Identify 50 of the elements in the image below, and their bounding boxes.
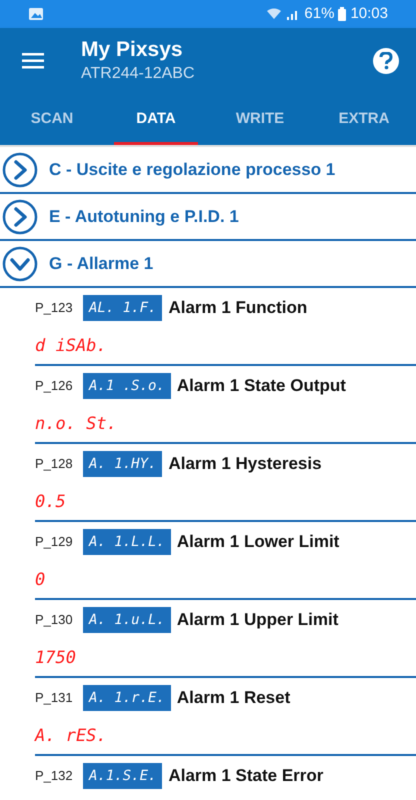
tab[interactable]: WRITE: [218, 93, 302, 145]
parameter-name: Alarm 1 Upper Limit: [176, 609, 338, 632]
parameter-value: 1750: [35, 647, 77, 670]
parameter-name: Alarm 1 Hysteresis: [168, 453, 322, 476]
chevron-right-icon: [2, 152, 38, 188]
parameter-name: Alarm 1 State Error: [168, 765, 324, 788]
group-header[interactable]: G - Allarme 1: [0, 241, 416, 288]
parameter-name: Alarm 1 Lower Limit: [176, 531, 340, 554]
parameter-id: P_128: [35, 455, 74, 474]
parameter-code: A. 1.u.L.: [83, 607, 171, 633]
tab[interactable]: SCAN: [10, 93, 94, 145]
wifi-icon: [266, 8, 282, 20]
parameter-name: Alarm 1 Function: [168, 297, 308, 320]
parameter-name: Alarm 1 Reset: [176, 687, 290, 710]
parameter-id: P_132: [35, 767, 74, 786]
help-button[interactable]: [373, 48, 399, 74]
parameter-value: A. rES.: [35, 725, 108, 748]
parameter-value: d iSAb.: [35, 335, 108, 358]
parameter-code: AL. 1.F.: [83, 295, 162, 321]
group-header[interactable]: E - Autotuning e P.I.D. 1: [0, 194, 416, 241]
parameter-code: A. 1.L.L.: [83, 529, 171, 555]
chevron-down-icon: [2, 246, 38, 282]
parameter-value: n.o. St.: [35, 413, 118, 436]
parameter-code: A. 1.HY.: [83, 451, 162, 477]
parameter-id: P_123: [35, 299, 74, 318]
parameter-code: A.1.S.E.: [83, 763, 162, 789]
parameter-code: A. 1.r.E.: [83, 685, 171, 711]
parameter-name: Alarm 1 State Output: [176, 375, 346, 398]
group-title: C - Uscite e regolazione processo 1: [49, 158, 336, 181]
device-subtitle: ATR244-12ABC: [81, 64, 196, 84]
parameter-id: P_130: [35, 611, 74, 630]
battery-icon: [338, 7, 346, 21]
parameter-id: P_129: [35, 533, 74, 552]
chevron-right-icon: [2, 198, 38, 234]
help-icon: [379, 52, 393, 70]
app-title: My Pixsys: [81, 37, 184, 64]
tab[interactable]: DATA: [114, 93, 198, 145]
menu-icon: [22, 52, 44, 68]
battery-percent: 61%: [304, 4, 334, 24]
clock: 10:03: [350, 4, 388, 24]
image-icon: [28, 7, 44, 21]
parameter-value: 0.5: [35, 491, 67, 514]
group-header[interactable]: C - Uscite e regolazione processo 1: [0, 147, 416, 194]
parameter-id: P_126: [35, 377, 74, 396]
parameter-code: A.1 .S.o.: [83, 373, 171, 399]
group-title: E - Autotuning e P.I.D. 1: [49, 206, 239, 228]
parameter-id: P_131: [35, 689, 74, 708]
group-title: G - Allarme 1: [49, 252, 154, 275]
tab[interactable]: EXTRA: [322, 93, 406, 145]
parameter-value: 0: [35, 569, 46, 592]
